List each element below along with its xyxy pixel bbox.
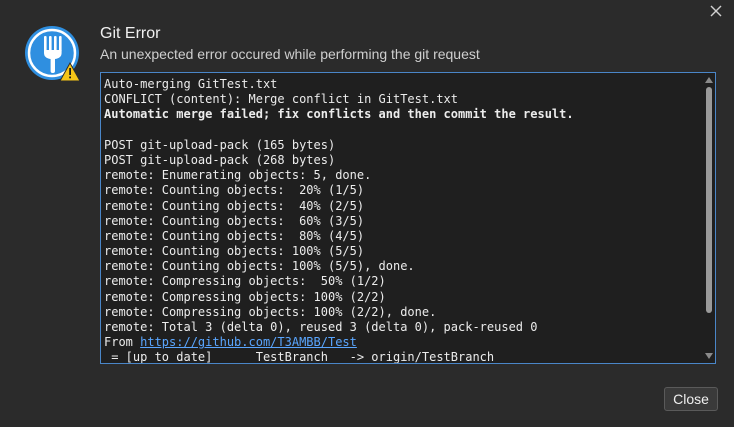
fork-warning-icon [25, 26, 81, 82]
log-line: remote: Counting objects: 100% (5/5) [104, 244, 365, 259]
log-scrollbar[interactable] [703, 73, 715, 363]
log-line-from: From https://github.com/T3AMBB/Test [104, 335, 699, 350]
from-prefix: From [104, 335, 141, 350]
log-line-partial: = [up to date] TestBranch -> origin/Test… [104, 350, 495, 364]
log-line: remote: Enumerating objects: 5, done. [104, 168, 372, 183]
scroll-down-arrow-icon[interactable] [705, 353, 713, 359]
log-line: remote: Counting objects: 40% (2/5) [104, 198, 365, 213]
log-line: remote: Counting objects: 20% (1/5) [104, 183, 365, 198]
log-line: POST git-upload-pack (165 bytes) [104, 137, 336, 152]
repo-link[interactable]: https://github.com/T3AMBB/Test [140, 335, 357, 349]
log-line: Automatic merge failed; fix conflicts an… [104, 107, 574, 122]
log-line: remote: Total 3 (delta 0), reused 3 (del… [104, 320, 538, 334]
log-line: POST git-upload-pack (268 bytes) [104, 152, 336, 167]
scroll-thumb[interactable] [706, 87, 712, 313]
error-log-textbox[interactable]: Auto-merging GitTest.txt CONFLICT (conten… [100, 72, 716, 364]
log-line: remote: Counting objects: 80% (4/5) [104, 228, 365, 243]
log-line: remote: Compressing objects: 100% (2/2) [104, 289, 386, 304]
log-line: remote: Compressing objects: 100% (2/2),… [104, 304, 437, 319]
close-icon[interactable] [708, 3, 724, 19]
log-line: remote: Compressing objects: 50% (1/2) [104, 274, 386, 289]
dialog-title: Git Error [100, 25, 161, 42]
log-line: Auto-merging GitTest.txt [104, 77, 278, 91]
error-log-content: Auto-merging GitTest.txt CONFLICT (conten… [104, 77, 699, 364]
git-error-dialog: Git Error An unexpected error occured wh… [0, 0, 734, 427]
scroll-up-arrow-icon[interactable] [705, 77, 713, 83]
close-button[interactable]: Close [664, 387, 718, 411]
log-line: CONFLICT (content): Merge conflict in Gi… [104, 92, 459, 107]
log-line: remote: Counting objects: 100% (5/5), do… [104, 259, 415, 274]
log-line: remote: Counting objects: 60% (3/5) [104, 213, 365, 228]
dialog-subtitle: An unexpected error occured while perfor… [100, 46, 480, 62]
